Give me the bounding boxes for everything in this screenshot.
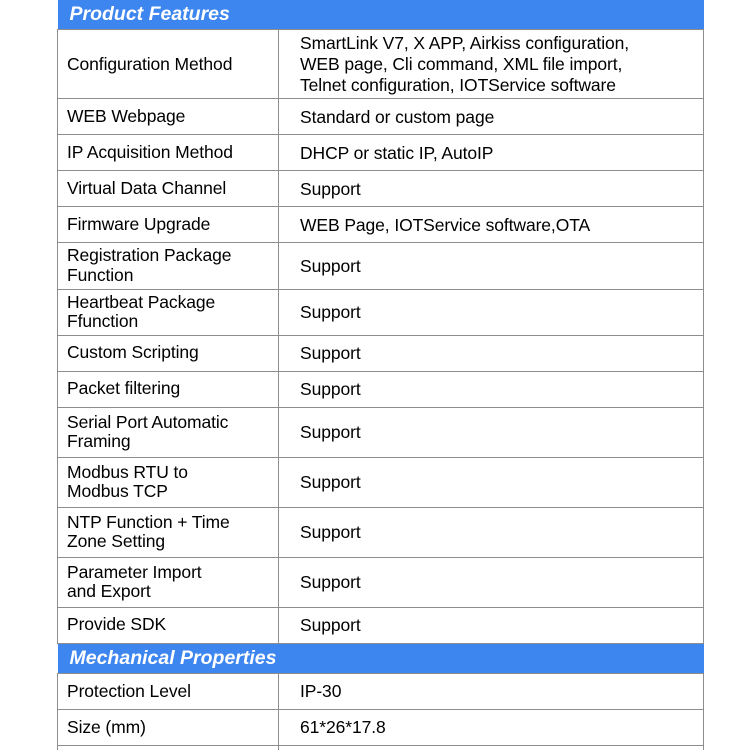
value-parameter-import-and-export: Support [300, 571, 361, 592]
row-label-cell: NTP Function + Time Zone Setting [57, 506, 279, 558]
table-row: Serial Port Automatic Framing Support [57, 406, 704, 458]
value-ip-acquisition-method: DHCP or static IP, AutoIP [300, 142, 494, 163]
section-title-mechanical-properties: Mechanical Properties [57, 643, 704, 674]
table-row: Firmware Upgrade WEB Page, IOTService so… [57, 206, 704, 244]
row-value-cell: Support [278, 334, 704, 372]
value-modbus-rtu-to-modbus-tcp: Support [300, 471, 361, 492]
table-row: Packet filtering Support [57, 370, 704, 408]
row-value-cell: Support [278, 406, 704, 458]
label-ntp-function-time-zone-setting: NTP Function + Time Zone Setting [67, 511, 230, 552]
specification-table-body: Product Features Configuration Method Sm… [57, 0, 704, 750]
row-value-cell: SmartLink V7, X APP, Airkiss configurati… [278, 29, 704, 100]
row-label-cell: Configuration Method [57, 29, 279, 100]
value-serial-port-automatic-framing: Support [300, 421, 361, 442]
value-web-webpage: Standard or custom page [300, 106, 495, 127]
row-label-cell: Protection Level [57, 673, 279, 711]
label-weight-g: Weight (g) [58, 747, 278, 750]
label-modbus-rtu-to-modbus-tcp: Modbus RTU to Modbus TCP [67, 461, 188, 502]
table-row: IP Acquisition Method DHCP or static IP,… [57, 134, 704, 172]
section-header-row: Mechanical Properties [57, 643, 704, 674]
label-provide-sdk: Provide SDK [67, 614, 167, 635]
value-size-mm: 61*26*17.8 [300, 717, 386, 738]
table-row: Provide SDK Support [57, 606, 704, 644]
row-label-cell: Custom Scripting [57, 334, 279, 372]
section-title-product-features: Product Features [57, 0, 704, 30]
row-label-cell: Virtual Data Channel [57, 170, 279, 208]
row-label-cell: Packet filtering [57, 370, 279, 408]
row-value-cell: Standard or custom page [278, 98, 704, 136]
row-value-cell: Support [278, 370, 704, 408]
label-firmware-upgrade: Firmware Upgrade [67, 214, 211, 235]
table-row: Protection Level IP-30 [57, 673, 704, 711]
value-packet-filtering: Support [300, 378, 361, 399]
section-header-cell: Product Features [57, 0, 704, 30]
value-configuration-method: SmartLink V7, X APP, Airkiss configurati… [300, 33, 630, 95]
row-value-cell: Support [278, 556, 704, 608]
table-row: Size (mm) 61*26*17.8 [57, 709, 704, 747]
table-row: Heartbeat Package Ffunction Support [57, 288, 704, 336]
section-header-row: Product Features [57, 0, 704, 30]
label-parameter-import-and-export: Parameter Import and Export [67, 561, 202, 602]
label-packet-filtering: Packet filtering [67, 378, 181, 399]
label-custom-scripting: Custom Scripting [67, 342, 199, 363]
row-value-cell: 20 [278, 745, 704, 750]
table-row: Registration Package Function Support [57, 242, 704, 290]
value-heartbeat-package-ffunction: Support [300, 301, 361, 322]
table-row: WEB Webpage Standard or custom page [57, 98, 704, 136]
value-firmware-upgrade: WEB Page, IOTService software,OTA [300, 214, 591, 235]
table-row: Custom Scripting Support [57, 334, 704, 372]
row-label-cell: Parameter Import and Export [57, 556, 279, 608]
row-label-cell: Provide SDK [57, 606, 279, 644]
table-row: Modbus RTU to Modbus TCP Support [57, 456, 704, 508]
value-custom-scripting: Support [300, 342, 361, 363]
row-label-cell: Weight (g) [57, 745, 279, 750]
value-protection-level: IP-30 [300, 681, 342, 702]
value-virtual-data-channel: Support [300, 178, 361, 199]
row-value-cell: Support [278, 606, 704, 644]
label-configuration-method: Configuration Method [67, 53, 233, 74]
table-row: Configuration Method SmartLink V7, X APP… [57, 29, 704, 100]
row-value-cell: 61*26*17.8 [278, 709, 704, 747]
label-protection-level: Protection Level [67, 680, 191, 701]
row-value-cell: Support [278, 170, 704, 208]
row-label-cell: IP Acquisition Method [57, 134, 279, 172]
table-row: Virtual Data Channel Support [57, 170, 704, 208]
specification-table: Product Features Configuration Method Sm… [57, 0, 704, 750]
row-label-cell: Registration Package Function [57, 242, 279, 290]
row-value-cell: Support [278, 288, 704, 336]
row-label-cell: Firmware Upgrade [57, 206, 279, 244]
section-header-cell: Mechanical Properties [57, 643, 704, 674]
row-value-cell: WEB Page, IOTService software,OTA [278, 206, 704, 244]
label-web-webpage: WEB Webpage [67, 106, 186, 127]
row-label-cell: Modbus RTU to Modbus TCP [57, 456, 279, 508]
table-row: NTP Function + Time Zone Setting Support [57, 506, 704, 558]
row-value-cell: Support [278, 506, 704, 558]
label-registration-package-function: Registration Package Function [67, 245, 232, 285]
row-value-cell: IP-30 [278, 673, 704, 711]
label-size-mm: Size (mm) [67, 716, 146, 737]
row-value-cell: Support [278, 242, 704, 290]
value-weight-g: 20 [279, 746, 703, 750]
value-provide-sdk: Support [300, 614, 361, 635]
row-label-cell: WEB Webpage [57, 98, 279, 136]
table-row: Parameter Import and Export Support [57, 556, 704, 608]
label-ip-acquisition-method: IP Acquisition Method [67, 142, 233, 163]
row-label-cell: Size (mm) [57, 709, 279, 747]
row-label-cell: Heartbeat Package Ffunction [57, 288, 279, 336]
value-ntp-function-time-zone-setting: Support [300, 521, 361, 542]
table-row-clipped: Weight (g) 20 [57, 745, 704, 750]
datasheet-page: Product Features Configuration Method Sm… [0, 0, 750, 750]
label-serial-port-automatic-framing: Serial Port Automatic Framing [67, 411, 229, 452]
row-value-cell: DHCP or static IP, AutoIP [278, 134, 704, 172]
row-value-cell: Support [278, 456, 704, 508]
label-virtual-data-channel: Virtual Data Channel [67, 178, 227, 199]
label-heartbeat-package-ffunction: Heartbeat Package Ffunction [67, 291, 216, 332]
value-registration-package-function: Support [300, 255, 361, 276]
row-label-cell: Serial Port Automatic Framing [57, 406, 279, 458]
